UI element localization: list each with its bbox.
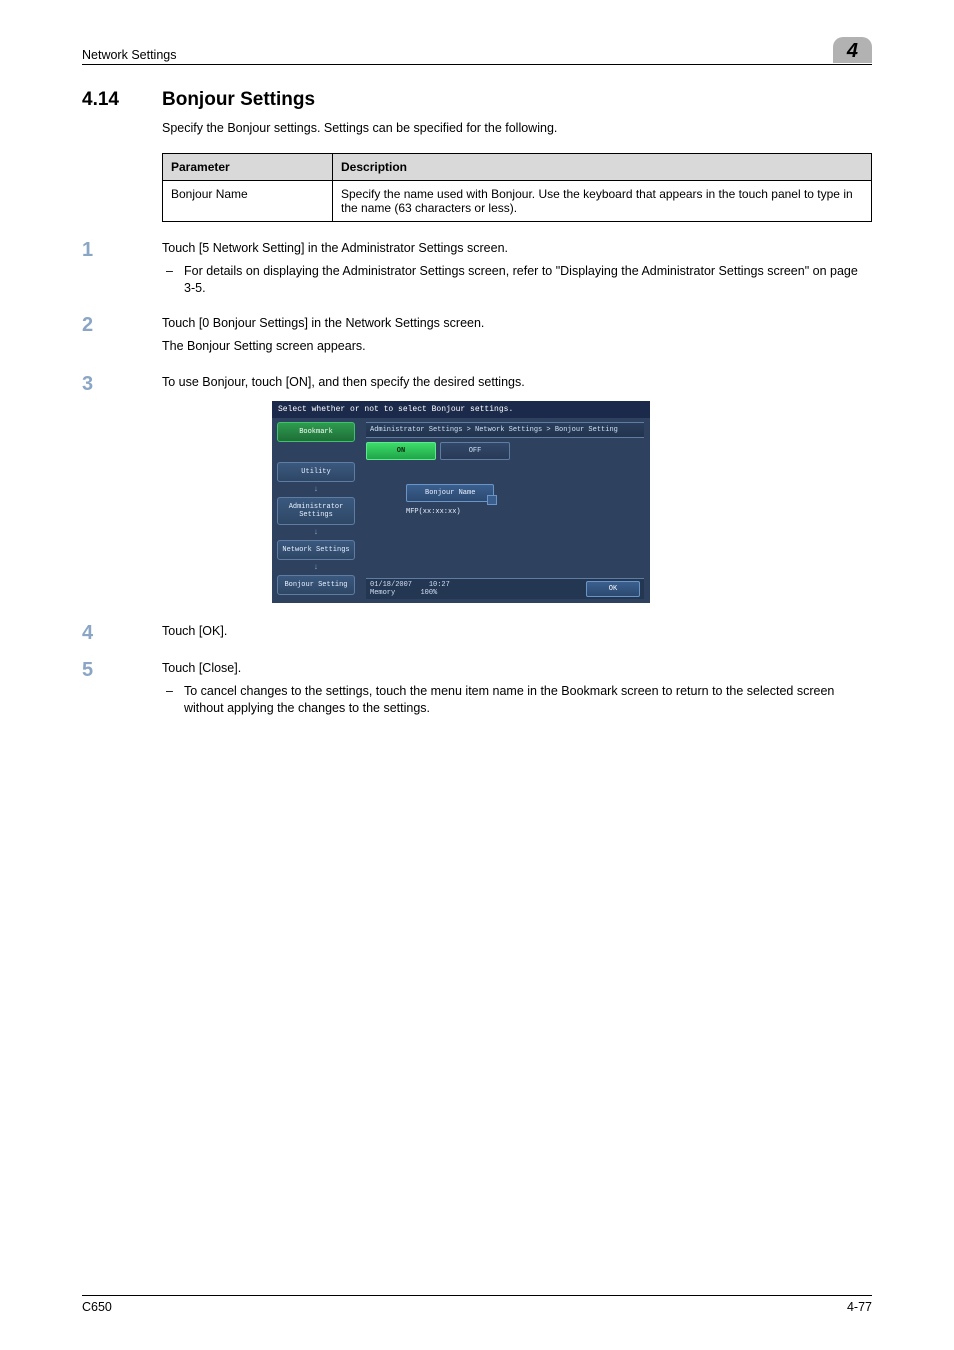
tp-bonjour-name-value: MFP(xx:xx:xx) bbox=[406, 508, 640, 516]
tp-nav-network-settings[interactable]: Network Settings bbox=[277, 540, 355, 560]
tp-nav-admin-settings[interactable]: Administrator Settings bbox=[277, 497, 355, 525]
tp-tab-on[interactable]: ON bbox=[366, 442, 436, 460]
section-title: Bonjour Settings bbox=[162, 89, 315, 111]
step-number: 1 bbox=[82, 240, 162, 301]
step-number: 5 bbox=[82, 660, 162, 721]
section-number: 4.14 bbox=[82, 89, 162, 111]
step-text: To use Bonjour, touch [ON], and then spe… bbox=[162, 374, 872, 391]
page-footer: C650 4-77 bbox=[82, 1295, 872, 1314]
tp-nav-utility[interactable]: Utility bbox=[277, 462, 355, 482]
section-heading: 4.14 Bonjour Settings bbox=[82, 89, 872, 111]
step-3: 3 To use Bonjour, touch [ON], and then s… bbox=[82, 374, 872, 609]
chevron-down-icon: ↓ bbox=[314, 564, 319, 572]
tp-status-time: 10:27 bbox=[429, 581, 450, 589]
step-2: 2 Touch [0 Bonjour Settings] in the Netw… bbox=[82, 315, 872, 361]
tp-breadcrumb: Administrator Settings > Network Setting… bbox=[366, 422, 644, 438]
section-intro: Specify the Bonjour settings. Settings c… bbox=[162, 121, 872, 135]
table-header-description: Description bbox=[333, 154, 872, 181]
tp-status-memory-value: 100% bbox=[420, 589, 437, 597]
touchpanel-screenshot: Select whether or not to select Bonjour … bbox=[272, 401, 650, 603]
step-5: 5 Touch [Close]. To cancel changes to th… bbox=[82, 660, 872, 721]
step-text: The Bonjour Setting screen appears. bbox=[162, 338, 872, 355]
chapter-number-tab: 4 bbox=[833, 37, 872, 63]
tp-status-memory-label: Memory bbox=[370, 589, 395, 597]
step-number: 3 bbox=[82, 374, 162, 609]
step-text: Touch [Close]. bbox=[162, 660, 872, 677]
parameter-table: Parameter Description Bonjour Name Speci… bbox=[162, 153, 872, 222]
tp-bonjour-name-button[interactable]: Bonjour Name bbox=[406, 484, 494, 502]
table-row: Bonjour Name Specify the name used with … bbox=[163, 181, 872, 222]
tp-nav-bonjour-setting[interactable]: Bonjour Setting bbox=[277, 575, 355, 595]
footer-page-number: 4-77 bbox=[847, 1300, 872, 1314]
step-4: 4 Touch [OK]. bbox=[82, 623, 872, 646]
step-number: 2 bbox=[82, 315, 162, 361]
header-section-label: Network Settings bbox=[82, 48, 176, 62]
step-text: Touch [0 Bonjour Settings] in the Networ… bbox=[162, 315, 872, 332]
tp-status-date: 01/18/2007 bbox=[370, 581, 412, 589]
tp-ok-button[interactable]: OK bbox=[586, 581, 640, 597]
table-header-parameter: Parameter bbox=[163, 154, 333, 181]
step-text: Touch [5 Network Setting] in the Adminis… bbox=[162, 240, 872, 257]
footer-model: C650 bbox=[82, 1300, 112, 1314]
tp-status-bar: 01/18/2007 10:27 Memory 100% bbox=[370, 581, 450, 597]
tp-tab-off[interactable]: OFF bbox=[440, 442, 510, 460]
tp-bookmark-button[interactable]: Bookmark bbox=[277, 422, 355, 442]
table-cell-param: Bonjour Name bbox=[163, 181, 333, 222]
step-text: Touch [OK]. bbox=[162, 623, 872, 640]
step-subtext: To cancel changes to the settings, touch… bbox=[184, 683, 872, 717]
tp-instruction: Select whether or not to select Bonjour … bbox=[272, 401, 650, 418]
chevron-down-icon: ↓ bbox=[314, 529, 319, 537]
chevron-down-icon: ↓ bbox=[314, 486, 319, 494]
step-1: 1 Touch [5 Network Setting] in the Admin… bbox=[82, 240, 872, 301]
step-number: 4 bbox=[82, 623, 162, 646]
tp-sidebar: Bookmark Utility ↓ Administrator Setting… bbox=[272, 418, 360, 603]
step-subtext: For details on displaying the Administra… bbox=[184, 263, 872, 297]
table-cell-desc: Specify the name used with Bonjour. Use … bbox=[333, 181, 872, 222]
page-header: Network Settings 4 bbox=[82, 36, 872, 65]
